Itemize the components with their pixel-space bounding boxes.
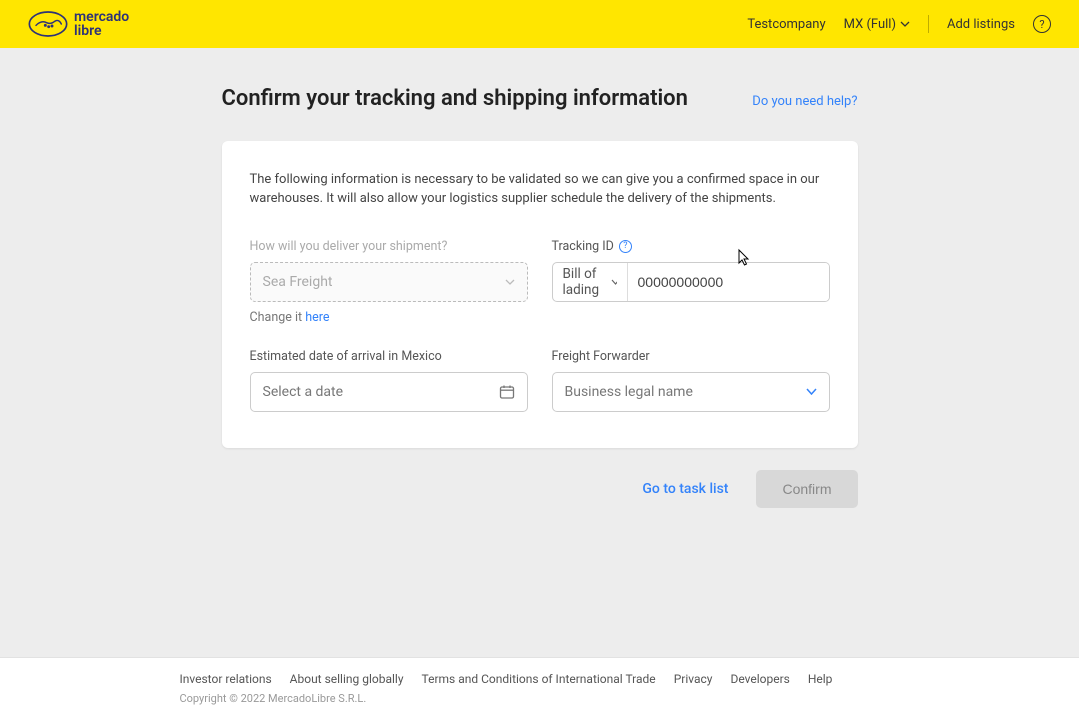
footer-link[interactable]: Developers (730, 672, 789, 686)
copyright-text: Copyright © 2022 MercadoLibre S.R.L. (180, 692, 900, 705)
brand-text: mercado libre (74, 10, 129, 38)
delivery-field: How will you deliver your shipment? Sea … (250, 239, 528, 325)
tracking-control: Bill of lading (552, 262, 830, 302)
freight-forwarder-field: Freight Forwarder Business legal name (552, 349, 830, 412)
go-to-task-list-link[interactable]: Go to task list (642, 481, 728, 497)
freight-forwarder-select[interactable]: Business legal name (552, 372, 830, 412)
help-icon[interactable]: ? (1033, 15, 1051, 33)
tracking-field: Tracking ID ? Bill of lading (552, 239, 830, 325)
delivery-label: How will you deliver your shipment? (250, 239, 528, 254)
page-footer: Investor relations About selling globall… (0, 657, 1079, 717)
eta-field: Estimated date of arrival in Mexico Sele… (250, 349, 528, 412)
page-title: Confirm your tracking and shipping infor… (222, 86, 688, 111)
region-selector[interactable]: MX (Full) (844, 17, 910, 32)
chevron-down-icon (611, 279, 616, 285)
main-content: Confirm your tracking and shipping infor… (222, 48, 858, 508)
app-header: mercado libre Testcompany MX (Full) Add … (0, 0, 1079, 48)
footer-link[interactable]: Terms and Conditions of International Tr… (422, 672, 656, 686)
need-help-link[interactable]: Do you need help? (752, 94, 857, 109)
tracking-id-input[interactable] (628, 263, 829, 301)
add-listings-link[interactable]: Add listings (947, 17, 1015, 32)
footer-link[interactable]: Privacy (674, 672, 713, 686)
footer-link[interactable]: Help (808, 672, 833, 686)
footer-links: Investor relations About selling globall… (180, 672, 900, 686)
brand-logo[interactable]: mercado libre (28, 10, 129, 38)
change-here-link[interactable]: here (305, 310, 329, 325)
divider (928, 15, 929, 33)
action-row: Go to task list Confirm (222, 470, 858, 508)
eta-label: Estimated date of arrival in Mexico (250, 349, 528, 364)
eta-date-input[interactable]: Select a date (250, 372, 528, 412)
footer-link[interactable]: About selling globally (290, 672, 404, 686)
delivery-select: Sea Freight (250, 262, 528, 302)
chevron-down-icon (900, 21, 910, 27)
form-card: The following information is necessary t… (222, 141, 858, 448)
footer-link[interactable]: Investor relations (180, 672, 272, 686)
chevron-down-icon (505, 279, 515, 285)
handshake-icon (28, 10, 68, 38)
change-delivery-text: Change it here (250, 310, 528, 325)
intro-text: The following information is necessary t… (250, 171, 830, 209)
tracking-label: Tracking ID ? (552, 239, 830, 254)
info-icon[interactable]: ? (619, 240, 632, 253)
chevron-down-icon (806, 388, 817, 395)
ff-label: Freight Forwarder (552, 349, 830, 364)
company-name[interactable]: Testcompany (747, 17, 825, 32)
calendar-icon (499, 384, 515, 400)
confirm-button[interactable]: Confirm (756, 470, 857, 508)
tracking-type-select[interactable]: Bill of lading (553, 263, 628, 301)
